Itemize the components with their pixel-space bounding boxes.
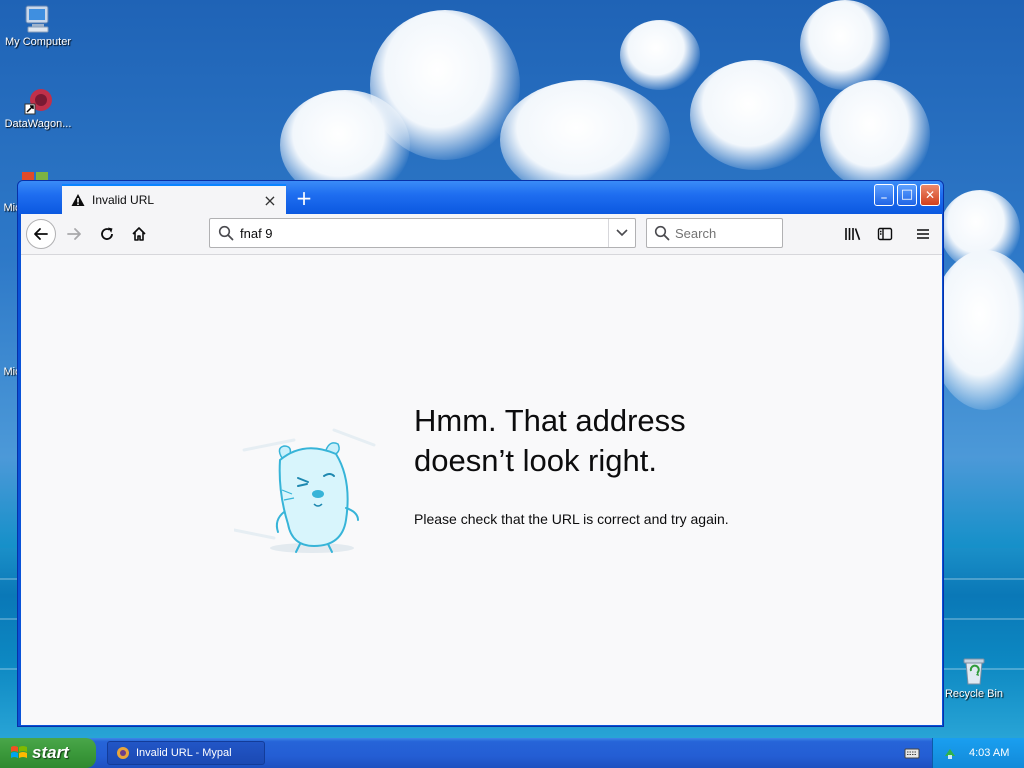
sidebar-icon — [877, 227, 893, 241]
desktop-icon-my-computer[interactable]: My Computer — [0, 4, 78, 48]
minimize-icon: _ — [881, 186, 887, 199]
title-bar[interactable]: Invalid URL × + _ □ ✕ — [18, 181, 943, 214]
error-heading: Hmm. That address doesn’t look right. — [414, 403, 686, 478]
start-button[interactable]: start — [0, 738, 96, 768]
reload-button[interactable] — [93, 220, 121, 248]
home-icon — [132, 227, 146, 241]
maximize-button[interactable]: □ — [897, 184, 917, 206]
taskbar: start Invalid URL - Mypal 4:03 AM — [0, 738, 1024, 768]
system-tray: 4:03 AM — [932, 738, 1024, 768]
reload-icon — [101, 227, 113, 240]
windows-logo-icon — [11, 746, 27, 758]
url-input[interactable]: fnaf 9 — [240, 226, 608, 241]
forward-button[interactable] — [60, 220, 88, 248]
back-button[interactable] — [26, 219, 56, 249]
chevron-down-icon — [616, 229, 628, 237]
url-dropdown-button[interactable] — [608, 219, 635, 247]
close-window-button[interactable]: ✕ — [920, 184, 940, 206]
library-button[interactable] — [839, 220, 867, 248]
search-input[interactable]: Search — [675, 226, 716, 241]
recycle-bin-icon — [963, 658, 985, 685]
close-tab-icon[interactable]: × — [262, 191, 278, 210]
datawagon-icon — [24, 89, 52, 115]
library-icon — [845, 228, 861, 241]
minimize-button[interactable]: _ — [874, 184, 894, 206]
browser-window: Invalid URL × + _ □ ✕ fnaf 9 Search Hmm.… — [17, 180, 944, 727]
close-icon: ✕ — [924, 188, 936, 202]
navigation-toolbar: fnaf 9 Search — [21, 214, 942, 255]
keyboard-icon[interactable] — [904, 746, 920, 760]
menu-button[interactable] — [909, 220, 937, 248]
error-page: Hmm. That address doesn’t look right. Pl… — [21, 255, 942, 725]
home-button[interactable] — [125, 220, 153, 248]
desktop-icon-datawagon[interactable]: DataWagon... — [0, 86, 78, 130]
desktop-icon-label: Recycle Bin — [944, 688, 1004, 700]
new-tab-button[interactable]: + — [292, 187, 316, 209]
arrow-left-icon — [34, 228, 48, 240]
arrow-right-icon — [67, 228, 81, 240]
confused-hamster-illustration-icon — [234, 428, 376, 553]
maximize-icon: □ — [900, 187, 914, 202]
search-icon — [654, 225, 670, 241]
warning-icon — [71, 194, 85, 206]
network-icon[interactable] — [943, 746, 957, 760]
taskbar-item-label: Invalid URL - Mypal — [136, 747, 232, 759]
desktop-icon-label: My Computer — [4, 36, 72, 48]
taskbar-item-mypal[interactable]: Invalid URL - Mypal — [107, 741, 265, 765]
url-bar[interactable]: fnaf 9 — [209, 218, 636, 248]
desktop-icon-recycle-bin[interactable]: Recycle Bin — [934, 656, 1014, 700]
tab-title: Invalid URL — [92, 193, 155, 207]
search-icon — [218, 225, 234, 241]
start-label: start — [32, 743, 69, 762]
computer-icon — [25, 5, 49, 33]
clock[interactable]: 4:03 AM — [969, 747, 1009, 759]
tab-invalid-url[interactable]: Invalid URL × — [62, 184, 286, 214]
sidebar-button[interactable] — [871, 220, 899, 248]
search-bar[interactable]: Search — [646, 218, 783, 248]
mypal-app-icon — [117, 747, 129, 759]
error-description: Please check that the URL is correct and… — [414, 511, 729, 527]
desktop-icon-label: DataWagon... — [4, 118, 72, 130]
hamburger-menu-icon — [917, 229, 929, 239]
